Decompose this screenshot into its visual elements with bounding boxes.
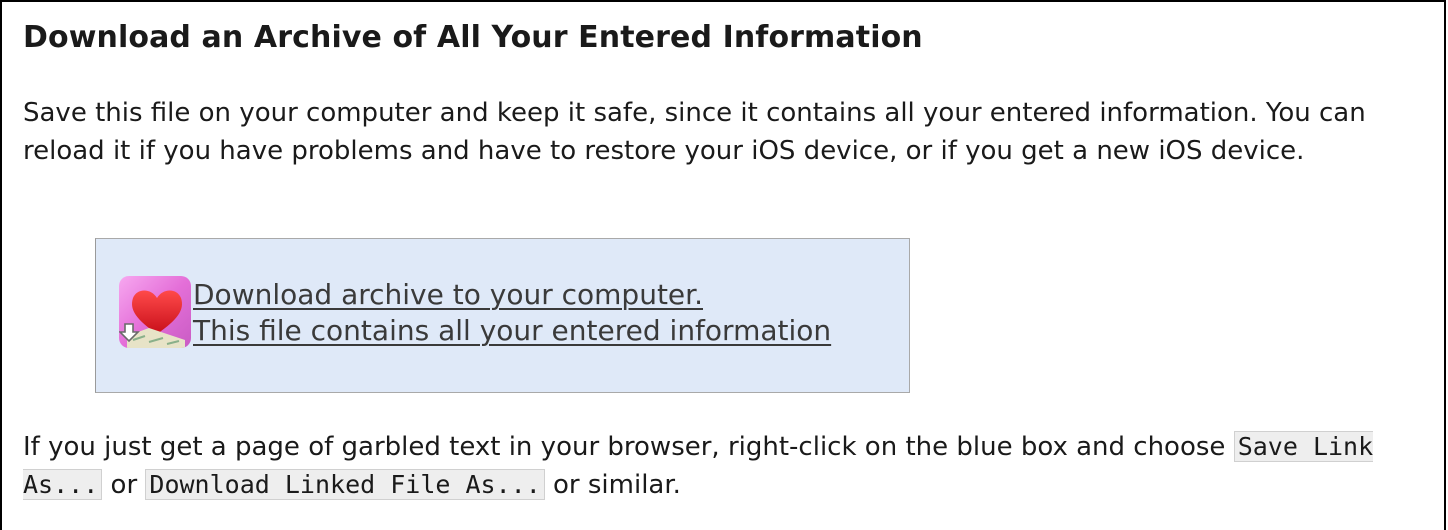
note-text-after: or similar.: [544, 470, 681, 500]
download-link-line-1[interactable]: Download archive to your computer.: [193, 277, 831, 313]
download-link-line-2[interactable]: This file contains all your entered info…: [193, 313, 831, 349]
heart-download-app-icon[interactable]: [119, 276, 191, 348]
download-archive-box[interactable]: Download archive to your computer. This …: [95, 238, 910, 393]
page-heading: Download an Archive of All Your Entered …: [23, 20, 923, 55]
intro-paragraph: Save this file on your computer and keep…: [23, 98, 1366, 166]
download-archive-link[interactable]: Download archive to your computer. This …: [193, 277, 831, 349]
note-text-before: If you just get a page of garbled text i…: [23, 432, 1234, 462]
download-linked-file-as-option: Download Linked File As...: [145, 469, 545, 500]
note-text-middle: or: [102, 470, 146, 500]
garbled-text-note: If you just get a page of garbled text i…: [23, 428, 1423, 504]
